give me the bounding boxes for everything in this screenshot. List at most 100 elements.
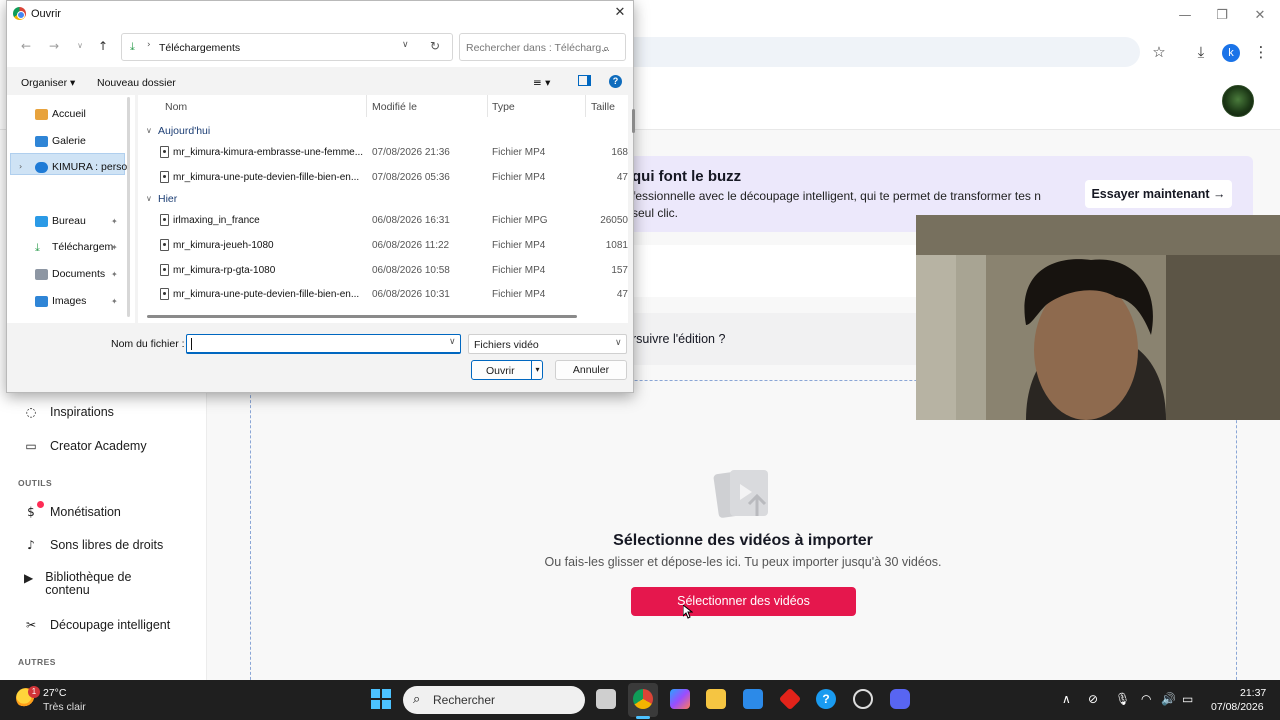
column-header-type[interactable]: Type [492,101,515,113]
minimize-button[interactable]: — [1177,8,1193,24]
copilot-icon[interactable] [670,689,690,709]
clock-time[interactable]: 21:37 [1240,687,1266,699]
nav-item-onedrive[interactable]: KIMURA : perso [35,161,127,173]
task-view-icon[interactable] [596,689,616,709]
view-options-icon[interactable]: ≡ ▾ [533,77,550,89]
volume-icon[interactable]: 🔊 [1161,692,1176,706]
battery-icon[interactable]: ▭ [1182,692,1193,706]
help-icon[interactable]: ? [609,75,622,88]
store-icon[interactable] [743,689,763,709]
open-button[interactable]: Ouvrir ▾ [471,360,543,380]
up-arrow-icon[interactable]: ↑ [96,39,110,53]
app-red-icon[interactable] [778,687,802,711]
steam-icon[interactable] [853,689,873,709]
file-row[interactable]: irlmaxing_in_france 06/08/2026 16:31 Fic… [138,210,628,232]
video-file-icon [160,171,169,183]
pin-icon[interactable]: ✦ [111,297,118,306]
chevron-right-icon[interactable]: › [19,162,22,171]
column-separator[interactable] [366,95,367,117]
column-separator[interactable] [585,95,586,117]
nav-item-bureau[interactable]: Bureau [35,215,86,227]
open-options-dropdown[interactable]: ▾ [531,361,543,379]
sidebar-item-content-library[interactable]: ▶ Bibliothèque de contenu [24,571,134,597]
sidebar-item-creator-academy[interactable]: ▭ Creator Academy [24,439,146,453]
back-arrow-icon[interactable]: ← [19,39,33,53]
close-window-button[interactable]: ✕ [1252,8,1268,24]
column-header-modified[interactable]: Modifié le [372,101,417,113]
chevron-down-icon[interactable]: ∨ [449,337,456,347]
group-header-yesterday[interactable]: Hier [158,193,177,205]
weather-badge: 1 [28,686,40,698]
organize-button[interactable]: Organiser ▾ [21,77,75,89]
profile-icon[interactable]: k [1222,44,1240,62]
nav-item-accueil[interactable]: Accueil [35,108,86,120]
sidebar-item-free-sounds[interactable]: ♪ Sons libres de droits [24,538,163,552]
pin-icon[interactable]: ✦ [111,270,118,279]
gallery-icon [35,135,48,147]
windows-start-icon[interactable] [371,689,391,709]
menu-icon[interactable]: ⋮ [1252,43,1270,61]
wifi-icon[interactable]: ◠ [1141,692,1151,706]
select-videos-button[interactable]: Sélectionner des vidéos [631,587,856,616]
file-explorer-icon[interactable] [706,689,726,709]
chevron-down-icon[interactable]: ∨ [146,194,152,203]
file-row[interactable]: mr_kimura-kimura-embrasse-une-femme... 0… [138,142,628,164]
sidebar-item-smart-cut[interactable]: ✂ Découpage intelligent [24,618,170,632]
column-header-size[interactable]: Taille [591,101,615,113]
nav-pane-scrollbar[interactable] [127,97,130,317]
sidebar-item-label: Bibliothèque de contenu [45,570,132,597]
network-off-icon[interactable]: ⊘ [1088,692,1098,706]
cancel-button[interactable]: Annuler [555,360,627,380]
forward-arrow-icon[interactable]: → [47,39,61,53]
address-bar[interactable] [560,37,1140,67]
filename-label: Nom du fichier : [111,338,185,350]
weather-condition[interactable]: Très clair [43,701,86,713]
path-breadcrumb[interactable]: ⤓ › Téléchargements ∨ ↻ [121,33,453,61]
group-header-today[interactable]: Aujourd'hui [158,125,210,137]
new-folder-button[interactable]: Nouveau dossier [97,77,176,89]
file-row[interactable]: mr_kimura-jeueh-1080 06/08/2026 11:22 Fi… [138,235,628,257]
chrome-taskbar-icon[interactable] [633,689,653,709]
download-icon[interactable]: ⤓ [1192,43,1210,61]
weather-temperature[interactable]: 27°C [43,687,66,699]
sidebar-item-label: Sons libres de droits [50,538,164,552]
pin-icon[interactable]: ✦ [111,217,118,226]
clock-date[interactable]: 07/08/2026 [1211,701,1264,713]
taskbar-search[interactable]: ⌕ Rechercher [403,686,585,714]
try-now-button[interactable]: Essayer maintenant → [1085,180,1232,208]
sidebar-item-inspirations[interactable]: ◌ Inspirations [24,405,114,419]
nav-item-documents[interactable]: Documents [35,268,105,280]
nav-item-galerie[interactable]: Galerie [35,135,86,147]
horizontal-scrollbar[interactable] [147,315,577,318]
column-separator[interactable] [487,95,488,117]
pin-icon[interactable]: ✦ [111,243,118,252]
help-app-icon[interactable]: ? [816,689,836,709]
chevron-down-icon[interactable]: ∨ [402,40,409,50]
preview-pane-icon[interactable] [578,75,591,86]
avatar[interactable] [1222,85,1254,117]
section-label-tools: OUTILS [18,478,53,488]
chevron-up-icon[interactable]: ∧ [1062,692,1071,706]
nav-item-telechargements[interactable]: ⤓ Téléchargem [35,241,113,253]
file-type-select[interactable]: Fichiers vidéo ∨ [468,334,627,354]
microphone-icon[interactable]: 🎙 [1115,692,1130,706]
file-row[interactable]: mr_kimura-une-pute-devien-fille-bien-en.… [138,167,628,189]
file-row[interactable]: mr_kimura-une-pute-devien-fille-bien-en.… [138,284,628,306]
discord-icon[interactable] [890,689,910,709]
academy-icon: ▭ [25,439,37,453]
restore-button[interactable]: ❐ [1214,8,1230,24]
section-label-other: AUTRES [18,657,56,667]
refresh-icon[interactable]: ↻ [430,39,440,53]
chevron-down-icon[interactable]: ∨ [146,126,152,135]
nav-item-images[interactable]: Images [35,295,86,307]
vertical-scrollbar[interactable] [632,109,635,133]
column-header-name[interactable]: Nom [165,101,187,113]
star-icon[interactable]: ☆ [1150,43,1168,61]
dialog-navigation-bar: ← → ∨ ↑ ⤓ › Téléchargements ∨ ↻ Recherch… [7,27,633,67]
search-input[interactable]: Rechercher dans : Télécharg... [459,33,626,61]
close-icon[interactable]: ✕ [613,6,627,20]
chevron-down-icon[interactable]: ∨ [73,39,87,53]
sidebar-item-label: Inspirations [50,405,114,419]
filename-input[interactable]: ∨ [186,334,461,354]
file-row[interactable]: mr_kimura-rp-gta-1080 06/08/2026 10:58 F… [138,260,628,282]
